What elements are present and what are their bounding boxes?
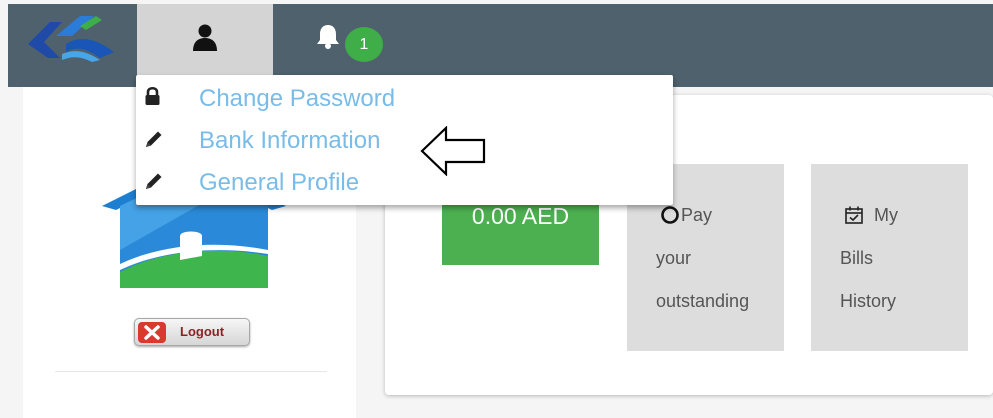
notification-badge[interactable]: 1 [345, 27, 383, 62]
brand-logo-icon[interactable] [22, 14, 122, 68]
logout-button[interactable]: Logout [134, 318, 250, 346]
user-dropdown-menu: Change Password Bank Information General… [136, 75, 673, 205]
tile-line-1: My [874, 205, 898, 225]
menu-item-general-profile[interactable]: General Profile [136, 161, 673, 203]
calendar-check-icon [844, 205, 864, 225]
divider [55, 371, 327, 372]
tile-line-2: your [656, 248, 692, 268]
pencil-icon [143, 128, 165, 150]
lock-icon [143, 85, 165, 107]
menu-item-label: Change Password [199, 85, 396, 112]
circle-icon [660, 205, 680, 225]
menu-item-bank-information[interactable]: Bank Information [136, 119, 673, 161]
left-arrow-icon [420, 125, 488, 177]
bills-history-tile[interactable]: My Bills History [811, 164, 968, 351]
menu-item-change-password[interactable]: Change Password [136, 77, 673, 119]
logout-label: Logout [180, 324, 225, 339]
pencil-icon [143, 170, 165, 192]
menu-item-label: General Profile [199, 169, 360, 196]
bell-icon[interactable] [314, 22, 342, 50]
tile-line-3: outstanding [656, 291, 750, 311]
user-icon[interactable] [192, 24, 218, 52]
tile-line-1: Pay [681, 205, 713, 225]
balance-value: 0.00 AED [471, 203, 570, 229]
close-icon [138, 322, 166, 343]
menu-item-label: Bank Information [199, 127, 381, 154]
tile-line-2: Bills [840, 248, 874, 268]
tile-line-3: History [840, 291, 897, 311]
